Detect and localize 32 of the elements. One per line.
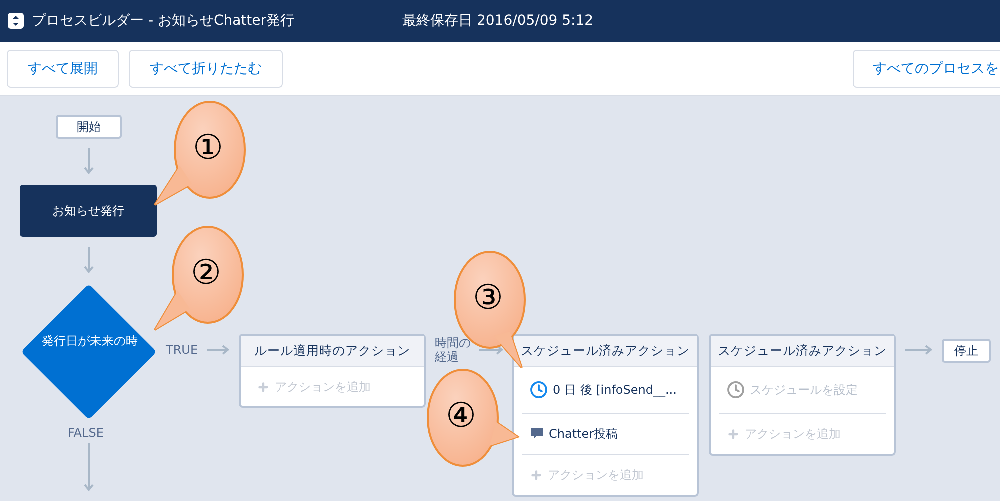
plus-icon xyxy=(257,380,270,394)
true-label: TRUE xyxy=(166,344,198,357)
callout-number: ② xyxy=(191,256,222,290)
toolbar-button[interactable]: すべて折りたたむ xyxy=(129,50,283,88)
arrow xyxy=(479,345,503,355)
app-logo-icon xyxy=(8,13,24,29)
arrow xyxy=(84,148,94,174)
card-header: スケジュール済みアクション xyxy=(514,336,697,367)
plus-icon xyxy=(727,428,740,440)
decision-label: 発行日が未来の時 xyxy=(41,334,139,348)
card-header: ルール適用時のアクション xyxy=(241,336,424,367)
chat-icon xyxy=(530,427,544,441)
callout-number: ③ xyxy=(473,281,504,315)
arrow xyxy=(84,247,94,273)
toolbar-button[interactable]: すべて展開 xyxy=(7,50,119,88)
criteria-node[interactable]: お知らせ発行 xyxy=(20,185,157,237)
callout-number: ④ xyxy=(446,399,476,433)
all-processes-button[interactable]: すべてのプロセスを xyxy=(853,50,1000,88)
arrow xyxy=(905,345,932,355)
false-label: FALSE xyxy=(68,427,104,440)
arrow xyxy=(84,443,94,491)
window-title: プロセスビルダー - お知らせChatter発行 xyxy=(32,12,295,30)
stop-node: 停止 xyxy=(942,339,991,363)
arrow xyxy=(207,345,229,355)
schedule-text: 0 日 後 [infoSend__... xyxy=(553,382,677,398)
last-saved-text: 最終保存日 2016/05/09 5:12 xyxy=(402,12,594,30)
action-item[interactable]: Chatter投稿 xyxy=(549,426,618,442)
start-node: 開始 xyxy=(56,115,122,139)
plus-icon xyxy=(530,468,543,482)
delay-label: 時間の経過 xyxy=(435,336,472,364)
card-header: スケジュール済みアクション xyxy=(711,336,894,367)
callout-number: ① xyxy=(193,131,224,165)
